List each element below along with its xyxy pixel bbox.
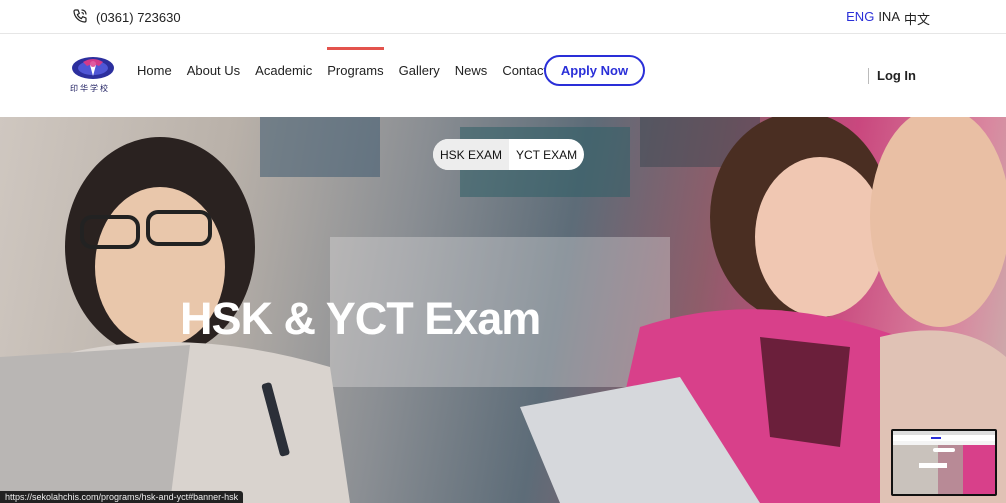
lang-eng[interactable]: ENG (846, 9, 874, 28)
main-navbar: 印华学校 Home About Us Academic Programs Gal… (0, 34, 1006, 117)
status-bar-url: https://sekolahchis.com/programs/hsk-and… (0, 491, 244, 503)
nav-about-us[interactable]: About Us (187, 63, 240, 78)
lang-ina[interactable]: INA (878, 9, 900, 28)
hero-title: HSK & YCT Exam (180, 293, 541, 344)
school-logo[interactable]: 印华学校 (70, 54, 116, 94)
nav-gallery[interactable]: Gallery (399, 63, 440, 78)
nav-academic[interactable]: Academic (255, 63, 312, 78)
exam-tabs: HSK EXAM YCT EXAM (433, 139, 585, 170)
tab-yct-exam[interactable]: YCT EXAM (509, 139, 584, 170)
top-bar: (0361) 723630 ENG INA 中文 (0, 0, 1006, 34)
nav-menu: Home About Us Academic Programs Gallery … (137, 47, 582, 78)
logo-emblem-icon (72, 57, 114, 79)
nav-divider (868, 68, 869, 84)
thumbnail-preview-icon (893, 431, 995, 494)
nav-home[interactable]: Home (137, 63, 172, 78)
screenshot-thumbnail[interactable] (891, 429, 997, 496)
phone-icon (72, 8, 88, 27)
nav-news[interactable]: News (455, 63, 488, 78)
logo-text: 印华学校 (70, 84, 110, 93)
phone-number: (0361) 723630 (96, 10, 181, 25)
tab-hsk-exam[interactable]: HSK EXAM (433, 139, 510, 170)
hero-banner: HSK EXAM YCT EXAM HSK & YCT Exam (0, 117, 1006, 503)
language-switcher: ENG INA 中文 (846, 9, 930, 28)
lang-zh[interactable]: 中文 (904, 9, 930, 28)
phone-contact[interactable]: (0361) 723630 (72, 8, 181, 27)
nav-programs[interactable]: Programs (327, 47, 384, 78)
apply-now-button[interactable]: Apply Now (544, 55, 645, 86)
login-link[interactable]: Log In (877, 68, 916, 83)
